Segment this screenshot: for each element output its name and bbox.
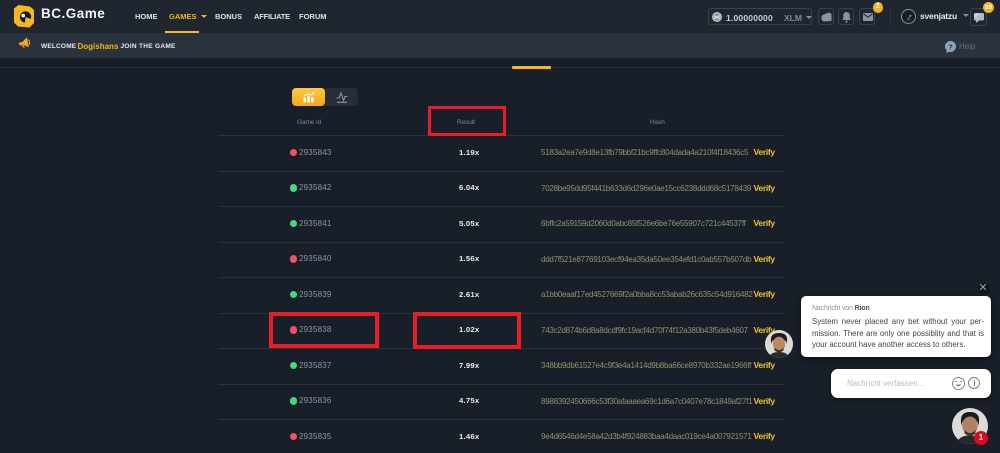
- svg-text:?: ?: [948, 42, 953, 51]
